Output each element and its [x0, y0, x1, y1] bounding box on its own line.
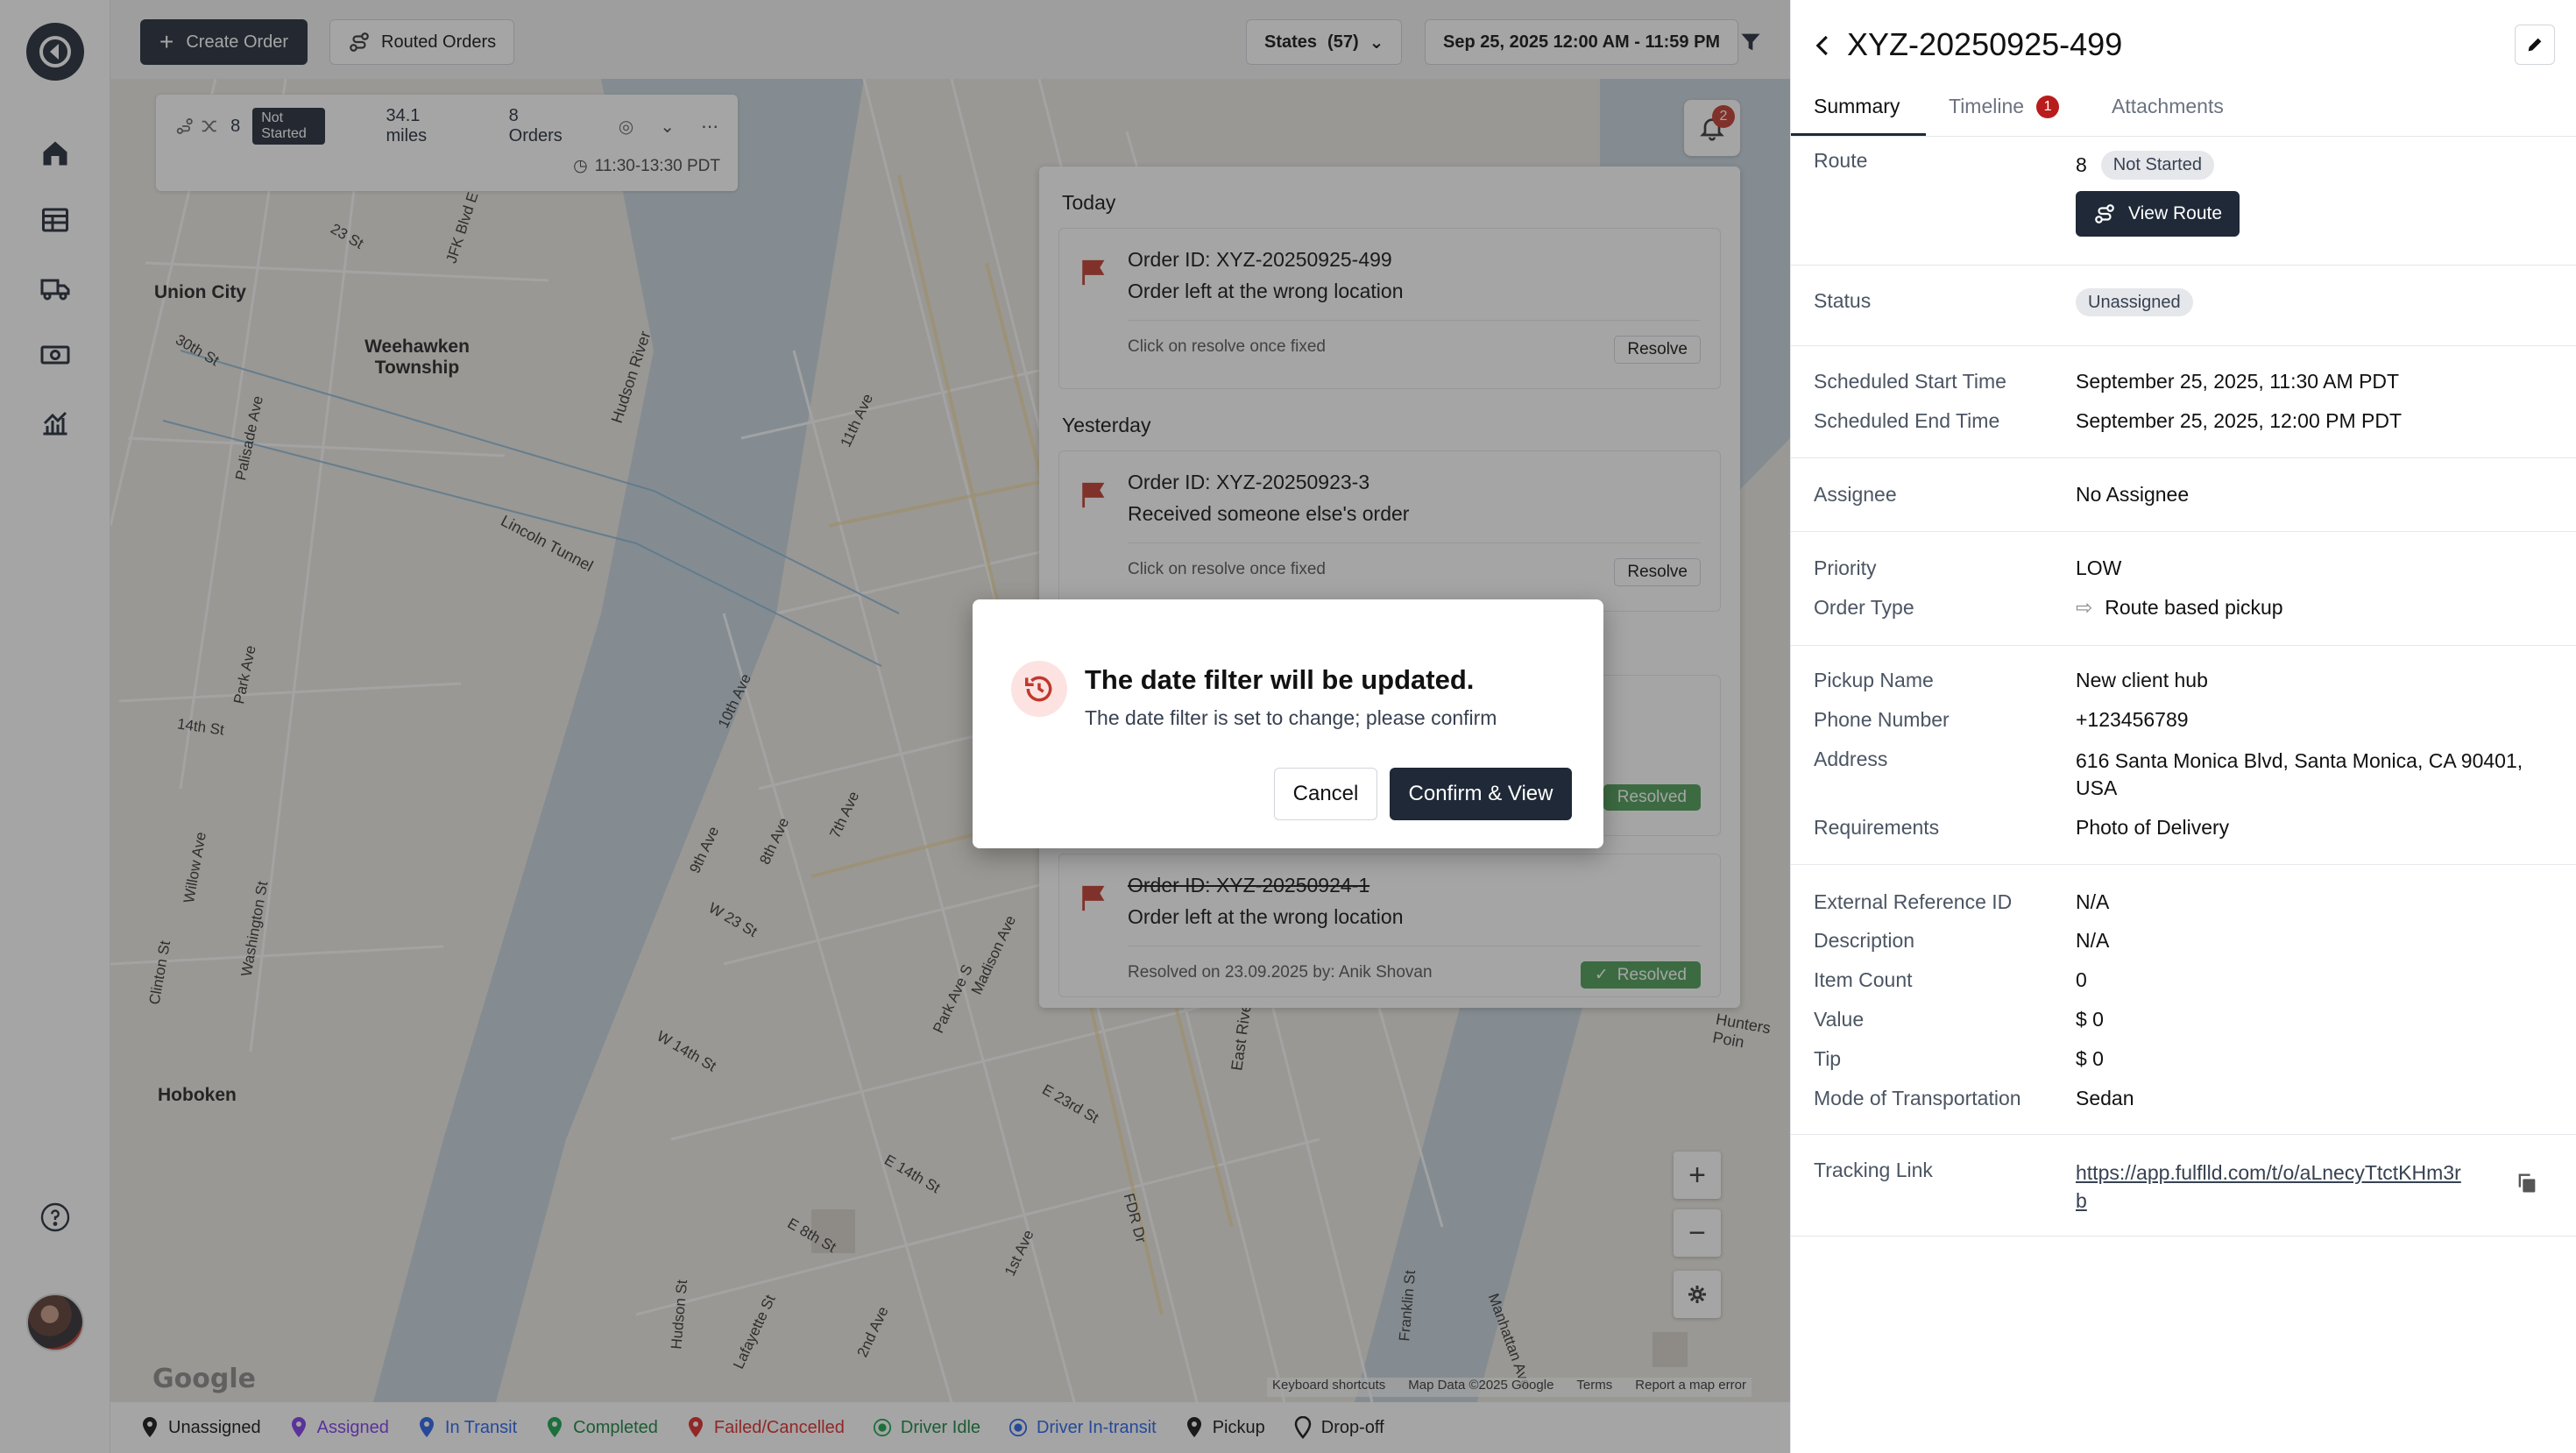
field-label: Description [1814, 929, 1915, 952]
view-route-button[interactable]: View Route [2076, 191, 2240, 237]
field-label: Phone Number [1814, 708, 1950, 731]
field-label: Item Count [1814, 968, 1913, 991]
route-label: Route [1814, 149, 1868, 172]
description-value: N/A [2076, 929, 2110, 952]
address-value: 616 Santa Monica Blvd, Santa Monica, CA … [2076, 749, 2523, 799]
requirements-value: Photo of Delivery [2076, 816, 2230, 839]
tip-value: $ 0 [2076, 1047, 2104, 1070]
item-count-value: 0 [2076, 968, 2087, 991]
status-badge: Unassigned [2076, 288, 2193, 316]
view-route-label: View Route [2128, 203, 2223, 223]
field-label: External Reference ID [1814, 890, 2013, 913]
order-type-value: ⇨ Route based pickup [2076, 596, 2283, 619]
tab-timeline[interactable]: Timeline 1 [1949, 95, 2060, 118]
scheduled-start-value: September 25, 2025, 11:30 AM PDT [2076, 370, 2400, 393]
route-status-badge: Not Started [2100, 151, 2214, 180]
field-label: Address [1814, 748, 1888, 770]
field-label: Pickup Name [1814, 669, 1934, 691]
modal-subtitle: The date filter is set to change; please… [1085, 706, 1497, 729]
field-label: Order Type [1814, 596, 1914, 619]
field-label: Tip [1814, 1047, 1842, 1070]
field-label: Value [1814, 1008, 1865, 1031]
order-detail-panel: XYZ-20250925-499 Summary Timeline 1 Atta… [1790, 0, 2576, 1453]
field-label: Tracking Link [1814, 1159, 1933, 1181]
back-icon[interactable] [1810, 30, 1836, 61]
phone-number-value: +123456789 [2076, 708, 2189, 731]
modal-title: The date filter will be updated. [1085, 664, 1475, 695]
timeline-count-badge: 1 [2036, 95, 2060, 118]
field-label: Scheduled Start Time [1814, 370, 2006, 393]
priority-value: LOW [2076, 556, 2122, 579]
transportation-mode-value: Sedan [2076, 1087, 2134, 1109]
copy-icon[interactable] [2515, 1171, 2539, 1195]
status-label: Status [1814, 289, 1872, 312]
field-label: Scheduled End Time [1814, 409, 2000, 432]
cancel-button[interactable]: Cancel [1274, 768, 1377, 820]
pickup-arrow-icon: ⇨ [2076, 596, 2093, 619]
assignee-value[interactable]: No Assignee [2076, 483, 2189, 507]
route-number: 8 [2076, 153, 2087, 176]
pickup-name-value: New client hub [2076, 669, 2208, 691]
field-label: Priority [1814, 556, 1877, 579]
tab-attachments[interactable]: Attachments [2112, 95, 2224, 118]
tab-summary[interactable]: Summary [1814, 95, 1900, 118]
route-icon [2095, 204, 2114, 223]
history-icon [1011, 661, 1067, 717]
detail-tabs: Summary Timeline 1 Attachments [1791, 86, 2576, 137]
external-reference-value: N/A [2076, 890, 2110, 913]
date-filter-modal: The date filter will be updated. The dat… [973, 599, 1603, 848]
route-value: 8 Not Started [2076, 151, 2214, 180]
tracking-link[interactable]: https://app.fulflld.com/t/o/aLnecyTtctKH… [2076, 1159, 2461, 1215]
status-value: Unassigned [2076, 288, 2193, 316]
value-value: $ 0 [2076, 1008, 2104, 1031]
field-label: Assignee [1814, 483, 1897, 506]
scheduled-end-value: September 25, 2025, 12:00 PM PDT [2076, 409, 2403, 432]
confirm-view-button[interactable]: Confirm & View [1390, 768, 1572, 820]
pencil-icon [2528, 38, 2542, 52]
active-tab-indicator [1791, 133, 1926, 136]
order-title: XYZ-20250925-499 [1847, 26, 2123, 62]
field-label: Requirements [1814, 816, 1940, 839]
field-label: Mode of Transportation [1814, 1087, 2021, 1109]
edit-button[interactable] [2515, 25, 2555, 65]
